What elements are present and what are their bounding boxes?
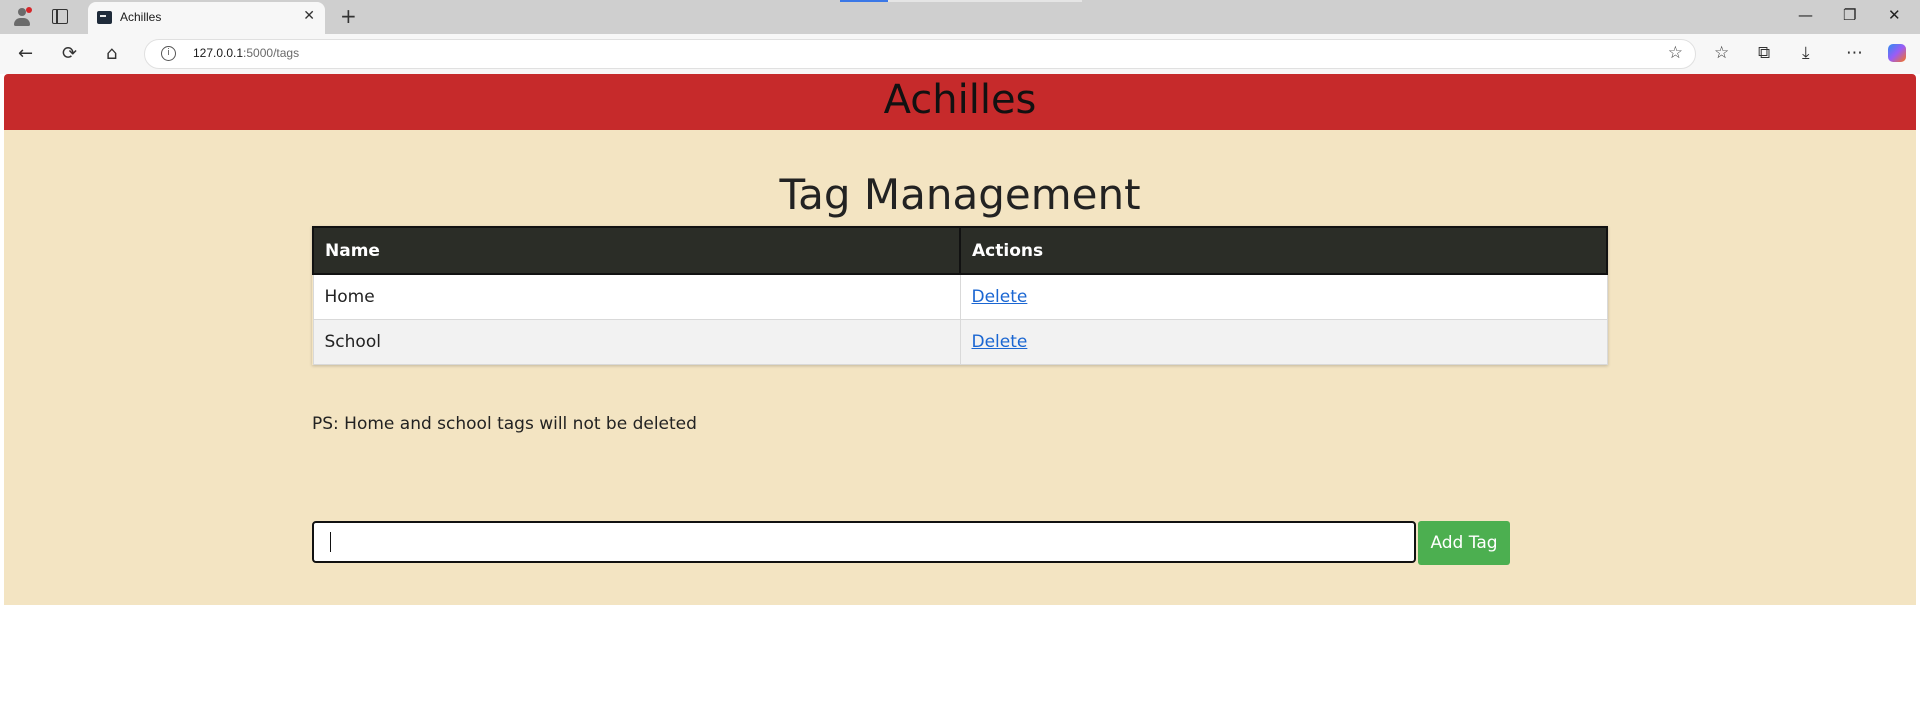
actions-cell: Delete	[959, 273, 1608, 320]
site-header: Achilles	[4, 74, 1916, 130]
note-text: PS: Home and school tags will not be del…	[312, 414, 697, 434]
download-icon[interactable]: ⤓	[1802, 43, 1810, 63]
url-text[interactable]: 127.0.0.1:5000/tags	[193, 46, 299, 60]
browser-tab-bar: Achilles ✕ + — ❐ ✕	[0, 0, 1920, 34]
loading-indicator	[840, 0, 888, 2]
collections-icon[interactable]: ⧉	[1758, 43, 1770, 63]
home-icon[interactable]: ⌂	[106, 43, 117, 64]
close-window-icon[interactable]: ✕	[1888, 6, 1901, 24]
new-tab-icon[interactable]: +	[340, 4, 357, 28]
tags-table: Name Actions Home Delete School Delete	[312, 226, 1608, 365]
table-header-row: Name Actions	[312, 226, 1608, 275]
web-page: Achilles Tag Management Name Actions Hom…	[4, 74, 1916, 707]
table-row: School Delete	[312, 319, 1608, 365]
tag-name-cell: School	[312, 319, 961, 365]
tab-title: Achilles	[120, 10, 162, 24]
delete-link[interactable]: Delete	[972, 332, 1028, 352]
table-row: Home Delete	[312, 273, 1608, 320]
browser-toolbar: ← ⟳ ⌂ i 127.0.0.1:5000/tags ☆ ☆ ⧉ ⤓ ⋯	[0, 34, 1920, 74]
column-header-name: Name	[312, 226, 961, 275]
tag-name-cell: Home	[312, 273, 961, 320]
url-path: :5000/tags	[243, 46, 300, 60]
back-icon[interactable]: ←	[18, 43, 33, 64]
site-title: Achilles	[883, 77, 1037, 123]
url-host: 127.0.0.1	[193, 46, 244, 60]
browser-tab[interactable]: Achilles ✕	[88, 2, 325, 34]
text-caret	[330, 532, 331, 552]
page-title: Tag Management	[779, 170, 1141, 219]
terminal-favicon-icon	[97, 11, 112, 24]
delete-link[interactable]: Delete	[972, 287, 1028, 307]
add-tag-button[interactable]: Add Tag	[1418, 521, 1510, 565]
close-tab-icon[interactable]: ✕	[303, 8, 315, 24]
star-icon[interactable]: ☆	[1668, 43, 1683, 63]
tab-actions-icon[interactable]	[52, 9, 68, 24]
profile-icon[interactable]	[12, 7, 32, 27]
loading-track	[888, 0, 1082, 2]
main-content: Tag Management Name Actions Home Delete …	[4, 130, 1916, 605]
more-icon[interactable]: ⋯	[1846, 43, 1863, 63]
address-bar[interactable]: i 127.0.0.1:5000/tags ☆	[144, 39, 1696, 69]
actions-cell: Delete	[959, 319, 1608, 365]
minimize-icon[interactable]: —	[1798, 6, 1813, 24]
reload-icon[interactable]: ⟳	[62, 43, 77, 64]
column-header-actions: Actions	[959, 226, 1608, 275]
tag-name-input[interactable]	[312, 521, 1416, 563]
restore-icon[interactable]: ❐	[1843, 6, 1856, 24]
favorites-icon[interactable]: ☆	[1714, 43, 1729, 63]
copilot-icon[interactable]	[1888, 44, 1906, 62]
info-icon[interactable]: i	[161, 46, 176, 61]
